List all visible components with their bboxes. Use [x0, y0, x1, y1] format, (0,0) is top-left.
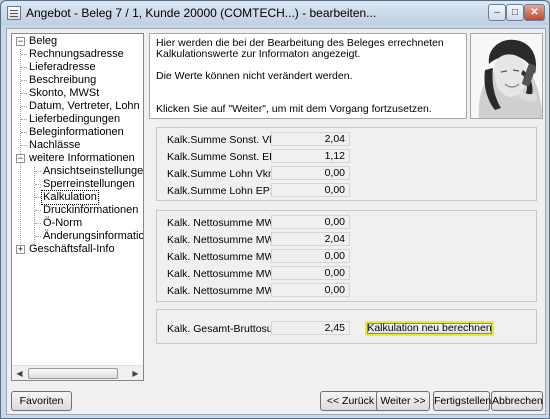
- tree-item-nachlaesse[interactable]: Nachlässe: [28, 139, 81, 152]
- next-button[interactable]: Weiter >>: [376, 391, 430, 411]
- field-label: Kalk.Summe Lohn Vkn:: [167, 168, 277, 180]
- calc-sums-panel: Kalk.Summe Sonst. Vkn: 2,04 Kalk.Summe S…: [156, 127, 537, 201]
- navigation-tree[interactable]: − Beleg Rechnungsadresse Lieferadresse B…: [11, 33, 144, 381]
- tree-item-sperreinstellungen[interactable]: Sperreinstellungen: [42, 178, 136, 191]
- collapse-icon[interactable]: −: [16, 37, 25, 46]
- tree-item-lieferbedingungen[interactable]: Lieferbedingungen: [28, 113, 121, 126]
- nettosumme-mwst-2-value: 2,04: [271, 232, 350, 246]
- tree-item-lieferadresse[interactable]: Lieferadresse: [28, 61, 97, 74]
- field-label: Kalk.Summe Lohn EP:: [167, 185, 273, 197]
- info-text-box: Hier werden die bei der Bearbeitung des …: [149, 33, 467, 119]
- collapse-icon[interactable]: −: [16, 154, 25, 163]
- expand-icon[interactable]: +: [16, 245, 25, 254]
- minimize-button[interactable]: –: [488, 4, 506, 21]
- tree-item-skonto-mwst[interactable]: Skonto, MWSt: [28, 87, 100, 100]
- tree-line: [20, 49, 21, 244]
- finish-button[interactable]: Fertigstellen: [433, 391, 491, 411]
- window-title: Angebot - Beleg 7 / 1, Kunde 20000 (COMT…: [26, 6, 377, 20]
- tree-item-weitere-informationen[interactable]: weitere Informationen: [28, 152, 136, 165]
- nettosumme-mwst-1-value: 0,00: [271, 215, 350, 229]
- scrollbar-thumb[interactable]: [28, 368, 118, 379]
- nettosumme-mwst-3-value: 0,00: [271, 249, 350, 263]
- tree-item-beleginformationen[interactable]: Beleginformationen: [28, 126, 125, 139]
- nettosumme-mwst-4-value: 0,00: [271, 266, 350, 280]
- tree-item-geschaeftsfall-info[interactable]: Geschäftsfall-Info: [28, 243, 116, 256]
- horizontal-scrollbar[interactable]: ◀ ▶: [12, 365, 143, 380]
- kalk-summe-lohn-ep-value: 0,00: [271, 183, 350, 197]
- tree-item-rechnungsadresse[interactable]: Rechnungsadresse: [28, 48, 125, 61]
- title-bar[interactable]: Angebot - Beleg 7 / 1, Kunde 20000 (COMT…: [1, 1, 549, 25]
- kalk-summe-sonst-ep-value: 1,12: [271, 149, 350, 163]
- favoriten-button[interactable]: Favoriten: [11, 391, 72, 411]
- info-description: Hier werden die bei der Bearbeitung des …: [156, 37, 444, 60]
- tree-item-druckinformationen[interactable]: Druckinformationen: [42, 204, 139, 217]
- document-icon: [7, 6, 21, 20]
- tree-item-datum-vertreter-lohn[interactable]: Datum, Vertreter, Lohn: [28, 100, 141, 113]
- kalk-summe-lohn-vkn-value: 0,00: [271, 166, 350, 180]
- recalculate-button[interactable]: Kalkulation neu berechnen: [365, 321, 494, 336]
- tree-item-aenderungsinformationen[interactable]: Änderungsinformationen: [42, 230, 143, 243]
- tree-item-kalkulation[interactable]: Kalkulation: [41, 190, 99, 205]
- scroll-right-icon[interactable]: ▶: [128, 366, 143, 380]
- nettosumme-mwst-5-value: 0,00: [271, 283, 350, 297]
- field-label: Kalk.Summe Sonst. EP:: [167, 151, 280, 163]
- tree-item-ansichtseinstellungen[interactable]: Ansichtseinstellungen: [42, 165, 143, 178]
- scroll-left-icon[interactable]: ◀: [12, 366, 27, 380]
- tree-item-oe-norm[interactable]: Ö-Norm: [42, 217, 83, 230]
- dialog-client-area: − Beleg Rechnungsadresse Lieferadresse B…: [6, 28, 546, 415]
- cancel-button[interactable]: Abbrechen: [491, 391, 543, 411]
- assistant-photo: [470, 33, 543, 119]
- maximize-button[interactable]: □: [506, 4, 524, 21]
- gross-sum-panel: Kalk. Gesamt-Bruttosumme: 2,45 Kalkulati…: [156, 309, 537, 344]
- field-label: Kalk.Summe Sonst. Vkn:: [167, 134, 284, 146]
- tree-item-beschreibung[interactable]: Beschreibung: [28, 74, 97, 87]
- info-continue-note: Klicken Sie auf "Weiter", um mit dem Vor…: [156, 103, 432, 115]
- kalk-summe-sonst-vkn-value: 2,04: [271, 132, 350, 146]
- back-button[interactable]: << Zurück: [320, 391, 381, 411]
- gesamt-bruttosumme-value: 2,45: [271, 321, 350, 335]
- dialog-window: Angebot - Beleg 7 / 1, Kunde 20000 (COMT…: [0, 0, 550, 419]
- close-button[interactable]: ✕: [524, 4, 545, 21]
- info-readonly-note: Die Werte können nicht verändert werden.: [156, 70, 353, 82]
- net-sums-panel: Kalk. Nettosumme MWSt 1: 0,00 Kalk. Nett…: [156, 210, 537, 302]
- tree-item-beleg[interactable]: Beleg: [28, 35, 58, 48]
